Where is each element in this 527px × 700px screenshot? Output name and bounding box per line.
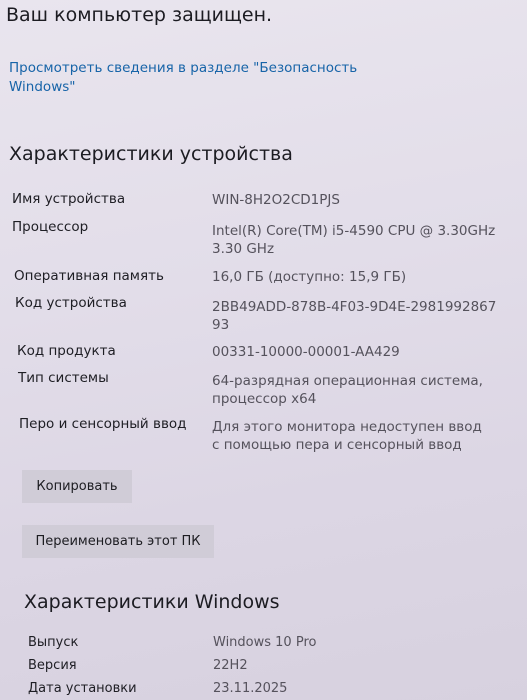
device-specs-title: Характеристики устройства bbox=[9, 143, 293, 165]
spec-value-product-id: 00331-10000-00001-AA429 bbox=[212, 344, 400, 360]
spec-value-system-type: 64-разрядная операционная система, проце… bbox=[212, 373, 483, 407]
win-value-edition: Windows 10 Pro bbox=[213, 635, 317, 650]
windows-security-link[interactable]: Просмотреть сведения в разделе "Безопасн… bbox=[9, 59, 389, 97]
rename-pc-button[interactable]: Переименовать этот ПК bbox=[22, 525, 214, 558]
spec-label-system-type: Тип системы bbox=[18, 370, 109, 386]
win-label-version: Версия bbox=[28, 658, 77, 673]
security-status-text: Ваш компьютер защищен. bbox=[6, 4, 273, 26]
spec-label-device-name: Имя устройства bbox=[12, 191, 126, 207]
spec-label-pen-touch: Перо и сенсорный ввод bbox=[19, 416, 187, 432]
spec-value-ram: 16,0 ГБ (доступно: 15,9 ГБ) bbox=[212, 269, 407, 285]
spec-label-product-id: Код продукта bbox=[17, 343, 116, 359]
copy-button[interactable]: Копировать bbox=[22, 470, 132, 503]
spec-label-device-id: Код устройства bbox=[15, 295, 127, 311]
spec-label-processor: Процессор bbox=[12, 219, 89, 235]
spec-label-ram: Оперативная память bbox=[14, 268, 164, 284]
win-value-version: 22H2 bbox=[213, 658, 248, 673]
win-value-install-date: 23.11.2025 bbox=[213, 681, 288, 696]
spec-value-device-id: 2BB49ADD-878B-4F03-9D4E-298199286793 bbox=[212, 299, 497, 333]
spec-value-processor: Intel(R) Core(TM) i5-4590 CPU @ 3.30GHz … bbox=[212, 223, 496, 257]
spec-value-pen-touch: Для этого монитора недоступен ввод с пом… bbox=[212, 419, 482, 453]
spec-value-device-name: WIN-8H2O2CD1PJS bbox=[212, 192, 340, 208]
windows-specs-title: Характеристики Windows bbox=[24, 591, 280, 613]
win-label-install-date: Дата установки bbox=[28, 681, 137, 696]
win-label-edition: Выпуск bbox=[28, 635, 79, 650]
